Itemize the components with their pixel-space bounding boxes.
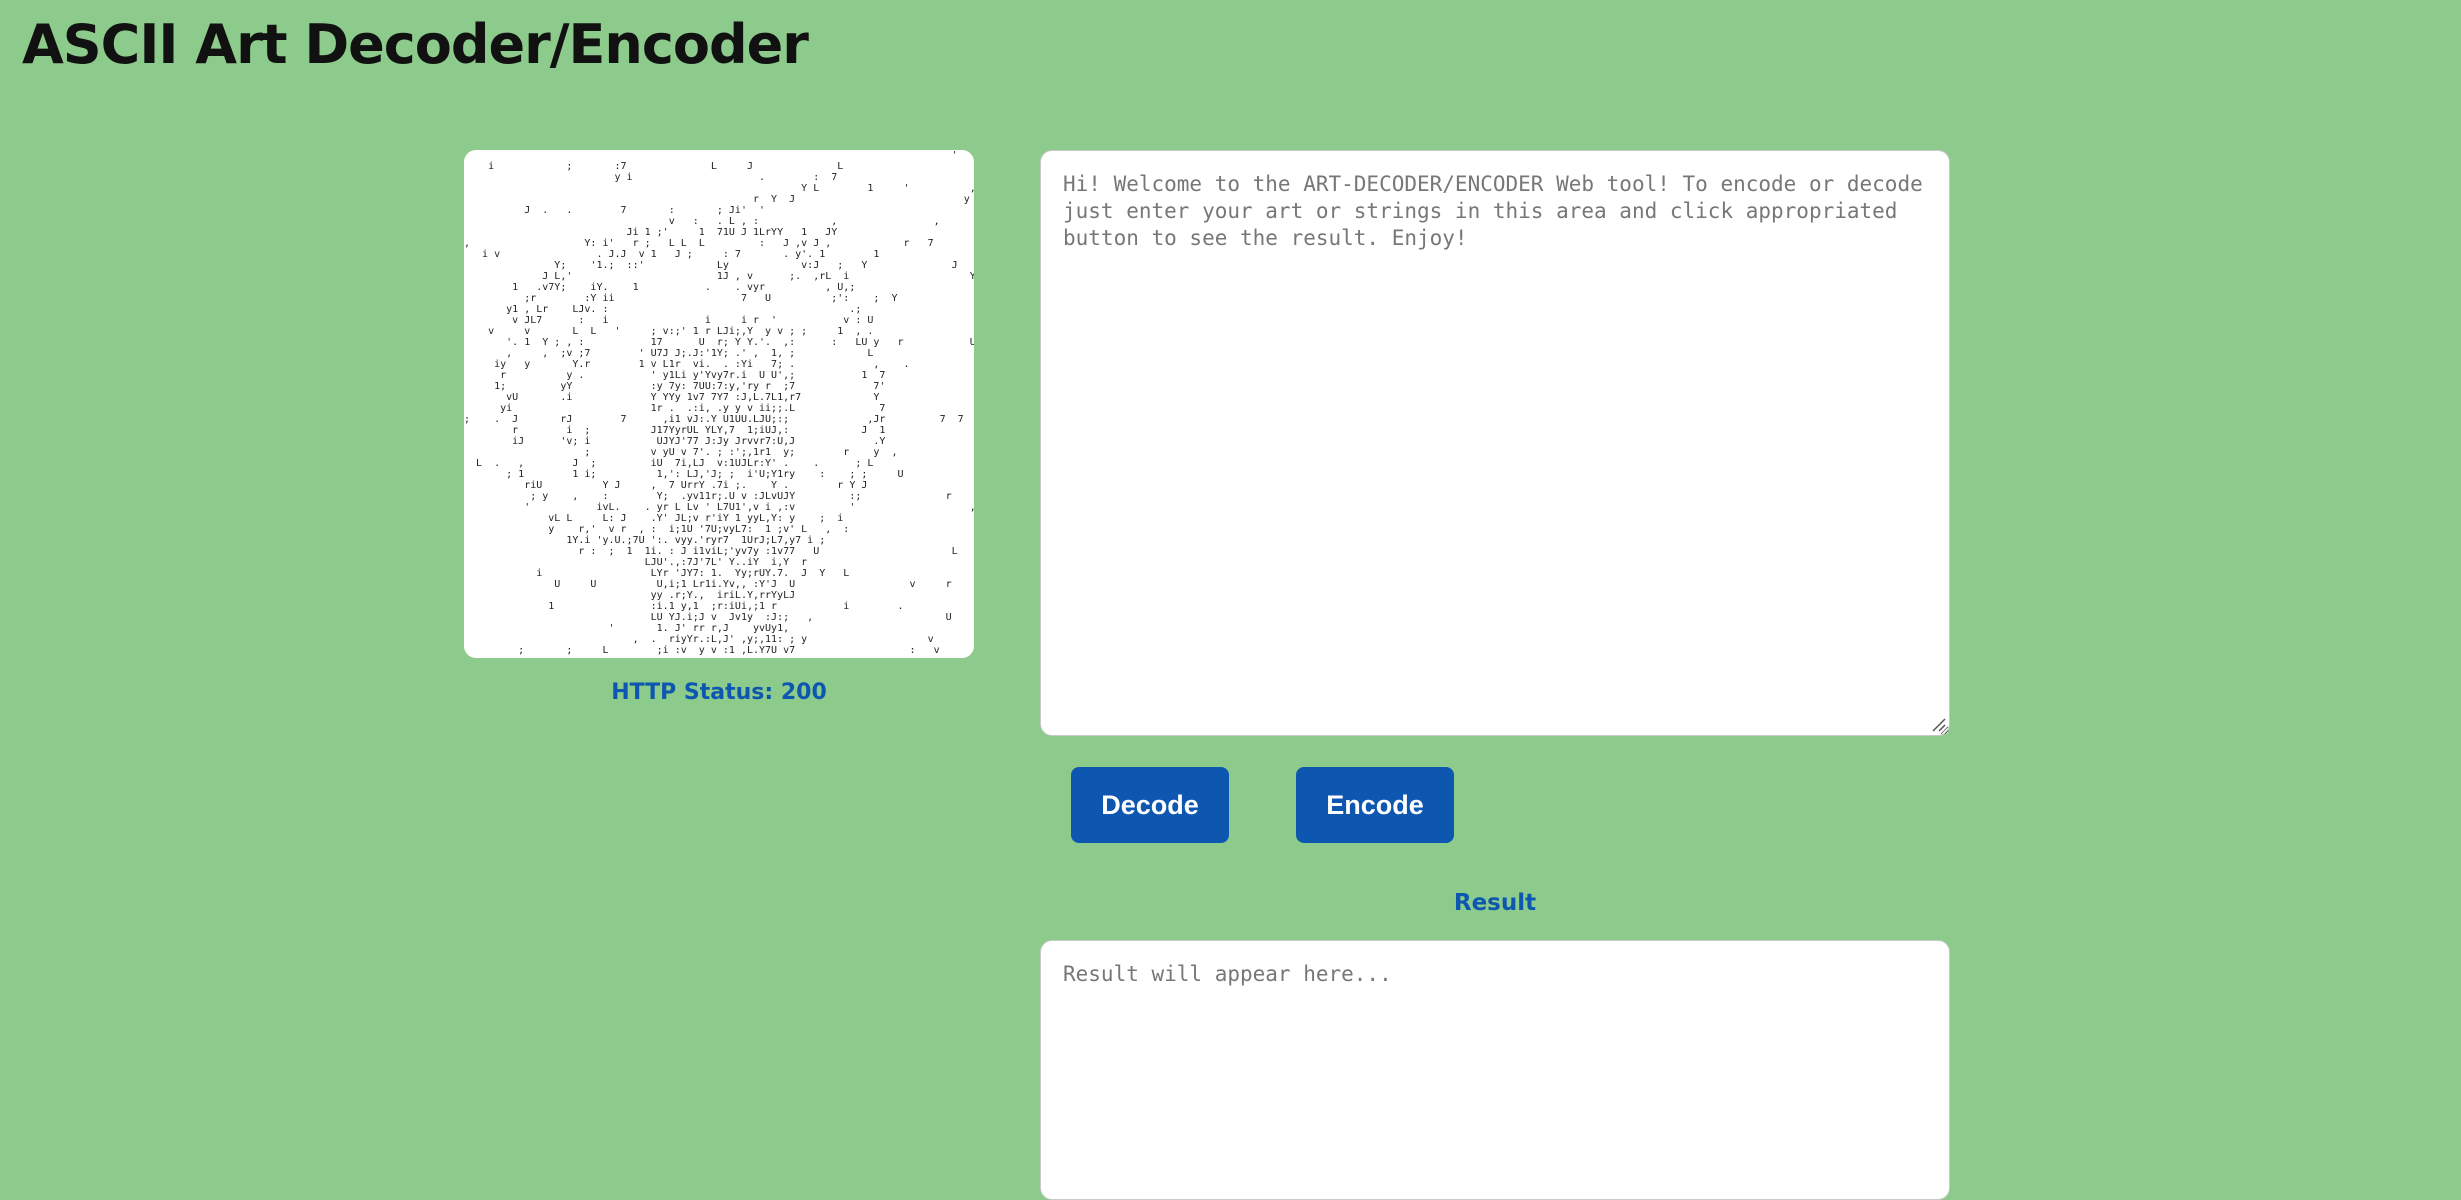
ascii-art-line: ; 1 1 i; 1,': LJ,'J; ; i'U;Y1ry : ; ; U [464, 469, 974, 480]
ascii-art-line: Y; '1.; ::' Ly v:J ; Y J [464, 260, 974, 271]
ascii-art-line: LJU'.,:7J'7L' Y..iY i,Y r [464, 557, 974, 568]
ascii-art-line: iy y Y.r 1 v L1r vi. . :Yi 7; . , . [464, 359, 974, 370]
ascii-art-line: ; ; L ;i :v y v :1 ,L.Y7U v7 : v [464, 645, 974, 656]
ascii-art-line: 1; yY :y 7y: 7UU:7:y,'ry r ;7 7' [464, 381, 974, 392]
ascii-art-line: 1Y.i 'y.U.;7U ':. vyy.'ryr7 1UrJ;L7,y7 i… [464, 535, 974, 546]
ascii-art-line: ;r :Y ii 7 U ;': ; Y [464, 293, 974, 304]
ascii-art-line: vU .i Y YYy 1v7 7Y7 :J,L.7L1,r7 Y [464, 392, 974, 403]
ascii-art-line: ' 1. J' rr r,J yvUy1, [464, 623, 974, 634]
ascii-art-line: y i . : 7 [464, 172, 974, 183]
resize-handle-icon[interactable] [1930, 716, 1946, 732]
ascii-art-line: r : ; 1 1i. : J i1viL;'yv7y :1v77 U L [464, 546, 974, 557]
ascii-art-line: , . riyYr.:L,J' ,y;,11: ; y v [464, 634, 974, 645]
ascii-art-image: ' i ; :7 L J L y i . : 7 Y L 1 ' , r Y J… [464, 150, 974, 658]
page-title: ASCII Art Decoder/Encoder [22, 13, 809, 76]
ascii-art-line: ; . J rJ 7 ,i1 vJ:.Y U1UU.LJU;:; ,Jr 7 7 [464, 414, 974, 425]
ascii-art-line: LU YJ.i;J v Jv1y :J:; , U [464, 612, 974, 623]
ascii-art-line: v v L L ' ; v:;' 1 r LJi;,Y y v ; ; 1 , … [464, 326, 974, 337]
ascii-art-line: yi 1r . .:i, .y y v ii;;.L 7 [464, 403, 974, 414]
encode-button[interactable]: Encode [1296, 767, 1454, 843]
ascii-art-line: ' ivL. . yr L Lv ' L7U1',v i ,:v ' , [464, 502, 974, 513]
result-heading: Result [1453, 890, 1537, 916]
ascii-art-line: i v . J.J v 1 J ; : 7 . y'. 1 1 [464, 249, 974, 260]
ascii-art-line: 1 :i.1 y,1 ;r:iUi,;1 r i . [464, 601, 974, 612]
ascii-art-line: , Y: i' r ; L L L : J ,v J , r 7 [464, 238, 974, 249]
http-status-label: HTTP Status: 200 [611, 680, 827, 705]
ascii-art-line: yy .r;Y., iriL.Y,rrYyLJ [464, 590, 974, 601]
ascii-art-line: i ; :7 L J L [464, 161, 974, 172]
ascii-art-graphic: ' i ; :7 L J L y i . : 7 Y L 1 ' , r Y J… [464, 150, 974, 656]
ascii-art-line: J L,' 1J , v ;. ,rL i Y [464, 271, 974, 282]
ascii-art-line: L . , J ; iU 7i,LJ v:1UJLr:Y' . . ; L [464, 458, 974, 469]
ascii-art-line: 1 .v7Y; iY. 1 . . vyr , U,; [464, 282, 974, 293]
ascii-art-line: Y L 1 ' , [464, 183, 974, 194]
ascii-art-line: r i ; J17YyrUL YLY,7 1;iUJ,: J 1 [464, 425, 974, 436]
art-input-textarea[interactable] [1040, 150, 1950, 736]
ascii-art-line: r y . ' y1Li y'Yvy7r.i U U',; 1 7 [464, 370, 974, 381]
decode-button[interactable]: Decode [1071, 767, 1229, 843]
ascii-art-line: Ji 1 ;' 1 71U J 1LrYY 1 JY [464, 227, 974, 238]
ascii-art-line: '. 1 Y ; , : 17 U r; Y Y.'. ,: : LU y r … [464, 337, 974, 348]
ascii-art-line: iJ 'v; i UJYJ'77 J:Jy Jrvvr7:U,J .Y [464, 436, 974, 447]
ascii-art-line: v JL7 : i i i r ' v : U [464, 315, 974, 326]
ascii-art-line: ; y , : Y; .yv11r;.U v :JLvUJY :; r [464, 491, 974, 502]
ascii-art-line: r Y J y [464, 194, 974, 205]
ascii-art-line: i LYr 'JY7: 1. Yy;rUY.7. J Y L [464, 568, 974, 579]
result-textarea[interactable] [1040, 940, 1950, 1200]
ascii-art-line: J . . 7 : ; Ji' ' [464, 205, 974, 216]
ascii-art-line: v : . L , : , , [464, 216, 974, 227]
ascii-art-line: , , ;v ;7 ' U7J J;.J:'1Y; .' , 1, ; L [464, 348, 974, 359]
ascii-art-line: U U U,i;1 Lr1i.Yv,, :Y'J U v r [464, 579, 974, 590]
ascii-art-line: riU Y J , 7 UrrY .7i ;. Y . r Y J [464, 480, 974, 491]
ascii-art-line: ' [464, 150, 974, 161]
ascii-art-line: y1 , Lr LJv. : .; [464, 304, 974, 315]
ascii-art-line: ; v yU v 7'. ; :';,1r1 y; r y , [464, 447, 974, 458]
ascii-art-line: vL L L: J .Y' JL;v r'iY 1 yyL,Y: y ; i [464, 513, 974, 524]
ascii-art-line: y r,' v r , : i;1U '7U;vyL7: 1 ;v' L , : [464, 524, 974, 535]
